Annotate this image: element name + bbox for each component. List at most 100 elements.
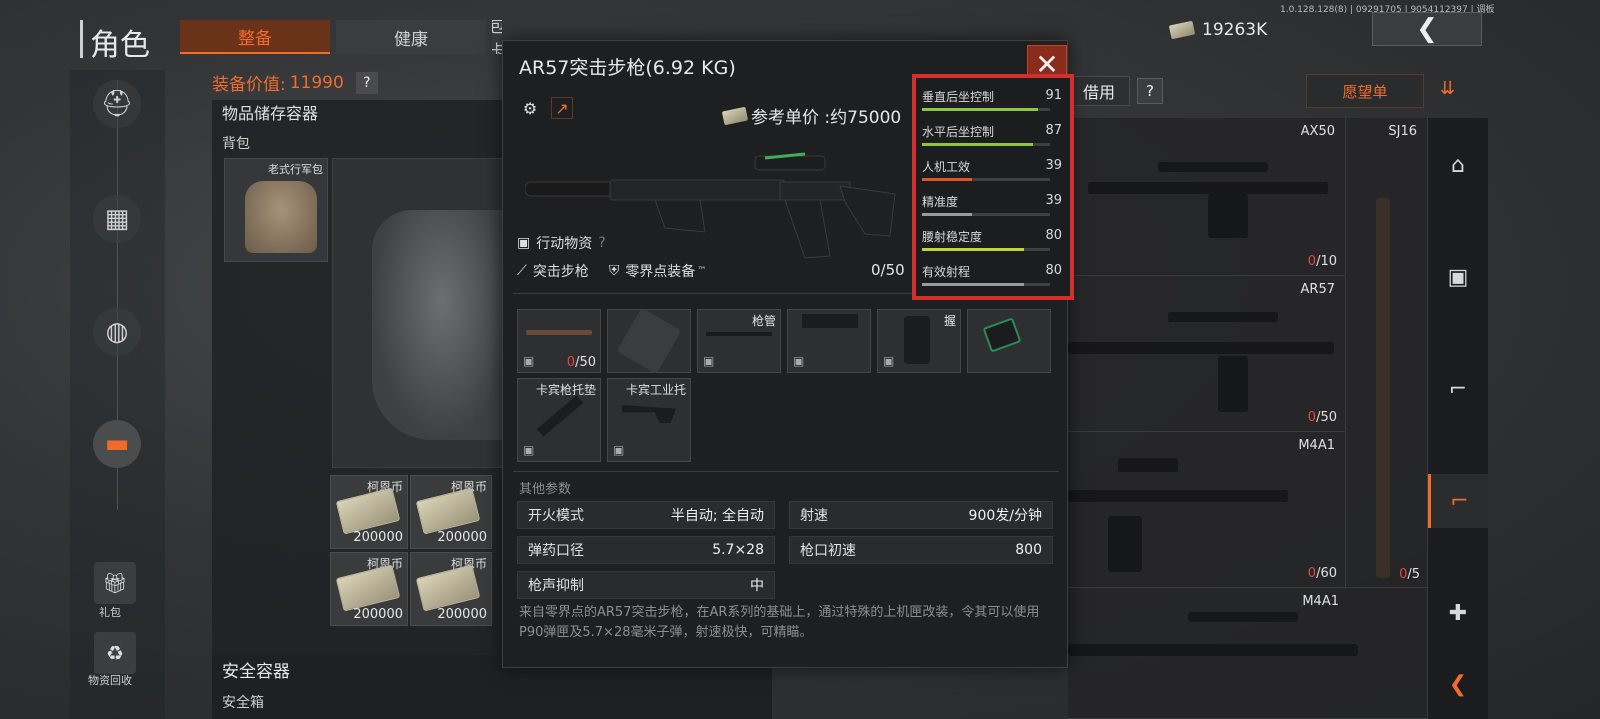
crate-icon[interactable]: ▣ (1428, 250, 1488, 304)
weapon-cell[interactable]: SJ16 (1346, 118, 1428, 588)
weapon-cell[interactable]: M4A1 0/60 (1068, 432, 1346, 588)
weapon-count: 0/10 (1308, 254, 1337, 269)
attachment-image (622, 405, 676, 423)
share-icon[interactable]: ↗ (551, 97, 573, 119)
borrow-help[interactable]: ? (1137, 78, 1163, 104)
scope-image (1188, 612, 1298, 622)
type-row: ⟋ 突击步枪 ⛨ 零界点装备 ™ (517, 261, 706, 281)
gear-icon[interactable]: ⚙ (519, 97, 541, 119)
param-value: 半自动; 全自动 (670, 508, 764, 524)
weapon-name: SJ16 (1388, 124, 1417, 139)
attachment-image (536, 395, 584, 437)
wishlist-button[interactable]: 愿望单 (1306, 74, 1424, 108)
param-fire-rate: 射速 900发/分钟 (789, 501, 1053, 529)
gift-button[interactable]: 🎁︎ (94, 562, 136, 604)
recycle-button[interactable]: ♻ (94, 632, 136, 674)
stat-bar-fill (922, 108, 1039, 111)
attachment-slot[interactable]: ▣ (787, 309, 871, 373)
attachment-count: 0/50 (567, 355, 596, 370)
backpack-name: 老式行军包 (268, 163, 323, 176)
recycle-label: 物资回收 (88, 674, 132, 687)
backpack-large-image (372, 210, 512, 440)
stat-bar-fill (922, 143, 1034, 146)
medkit-icon[interactable]: ✚ (1428, 586, 1488, 640)
rifle-icon: ⟋ (517, 263, 527, 279)
count-max: /10 (1316, 254, 1337, 269)
money-slot[interactable]: 柯恩币 200000 (330, 552, 408, 626)
attachment-image (802, 314, 858, 328)
vest-icon[interactable]: ▦ (93, 195, 141, 243)
count-max: /50 (575, 355, 596, 370)
back-button[interactable]: ❮ (1372, 12, 1482, 46)
weapon-cell[interactable]: M4A1 (1068, 588, 1428, 719)
tab-equipment[interactable]: 整备 (180, 20, 330, 54)
rifle-icon[interactable]: ⌐ (1428, 362, 1488, 416)
cash-icon (335, 487, 401, 535)
param-value: 中 (750, 578, 764, 594)
tab-health[interactable]: 健康 (336, 20, 486, 54)
equip-value-help[interactable]: ? (355, 71, 378, 94)
toolbox-icon[interactable]: ▬ (93, 420, 141, 468)
weapon-name: M4A1 (1298, 438, 1335, 453)
attachment-slot[interactable] (967, 309, 1051, 373)
stat-bar-fill (922, 283, 1025, 286)
count-owned: 0 (1307, 410, 1317, 425)
stat-bar (922, 283, 1050, 286)
count-max: /60 (1316, 566, 1337, 581)
recycle-icon: ♻ (106, 641, 124, 665)
backpack-slot[interactable]: 老式行军包 (224, 158, 328, 262)
other-params-title: 其他参数 (519, 482, 572, 497)
weapon-cell[interactable]: AX50 0/10 (1068, 118, 1346, 276)
stat-value: 39 (1045, 193, 1062, 208)
rifle-image (1088, 182, 1328, 194)
param-value: 900发/分钟 (968, 508, 1042, 524)
weapon-name: M4A1 (1302, 594, 1339, 609)
stat-bar (922, 213, 1050, 216)
money-slot[interactable]: 柯恩币 200000 (410, 552, 492, 626)
equip-value-number: 11990 (289, 72, 344, 93)
category-assault-rifle: 突击步枪 (532, 264, 589, 280)
cash-icon (415, 564, 481, 612)
filter-icon[interactable]: ⇊ (1440, 78, 1455, 99)
tab-gift-cards[interactable]: 礼包卡券 (492, 20, 502, 54)
backpack-icon[interactable]: ◍ (93, 308, 141, 356)
cash-icon (1168, 20, 1196, 40)
attachment-slot[interactable]: 卡宾枪托垫 ▣ (517, 378, 601, 462)
count-max: /5 (1407, 567, 1420, 582)
cash-icon (335, 564, 401, 612)
category-help[interactable]: ? (598, 235, 605, 251)
param-value: 800 (1015, 542, 1042, 558)
stat-value: 80 (1045, 228, 1062, 243)
attachment-image (616, 307, 682, 375)
backpack-image (245, 181, 317, 253)
param-name: 枪口初速 (800, 543, 856, 559)
attachment-slot[interactable]: 枪管 ▣ (697, 309, 781, 373)
stat-row: 精准度 39 (922, 189, 1062, 223)
money-slot[interactable]: 柯恩币 200000 (330, 475, 408, 549)
assault-rifle-icon[interactable]: ⌐ (1428, 474, 1488, 528)
param-fire-mode: 开火模式 半自动; 全自动 (517, 501, 775, 529)
attachment-slot[interactable]: 握 ▣ (877, 309, 961, 373)
stat-name: 精准度 (922, 195, 959, 209)
param-value: 5.7×28 (712, 542, 764, 558)
home-icon[interactable]: ⌂ (1428, 138, 1488, 192)
weapon-cell[interactable]: AR57 0/50 (1068, 276, 1346, 432)
attachment-slot[interactable]: 卡宾工业托 ▣ (607, 378, 691, 462)
crate-icon: ▣ (703, 354, 715, 368)
helmet-icon[interactable]: ⛑ (93, 80, 141, 128)
equip-value-label: 装备价值: (212, 75, 286, 95)
attachment-image (526, 330, 592, 335)
gift-label: 礼包 (99, 606, 121, 619)
attachment-image (706, 332, 772, 336)
safe-title: 安全容器 (222, 662, 290, 682)
sight-image (1118, 458, 1178, 472)
currency-value: 19263K (1202, 20, 1268, 40)
scope-image (1158, 162, 1268, 172)
trademark: ™ (697, 266, 707, 276)
attachment-slot[interactable]: ▣ 0/50 (517, 309, 601, 373)
borrow-button[interactable]: 借用 (1068, 76, 1130, 106)
attachment-slot[interactable] (607, 307, 691, 375)
money-slot[interactable]: 柯恩币 200000 (410, 475, 492, 549)
attachment-label: 卡宾枪托垫 (535, 383, 596, 397)
collapse-icon[interactable]: ❮ (1428, 664, 1488, 704)
